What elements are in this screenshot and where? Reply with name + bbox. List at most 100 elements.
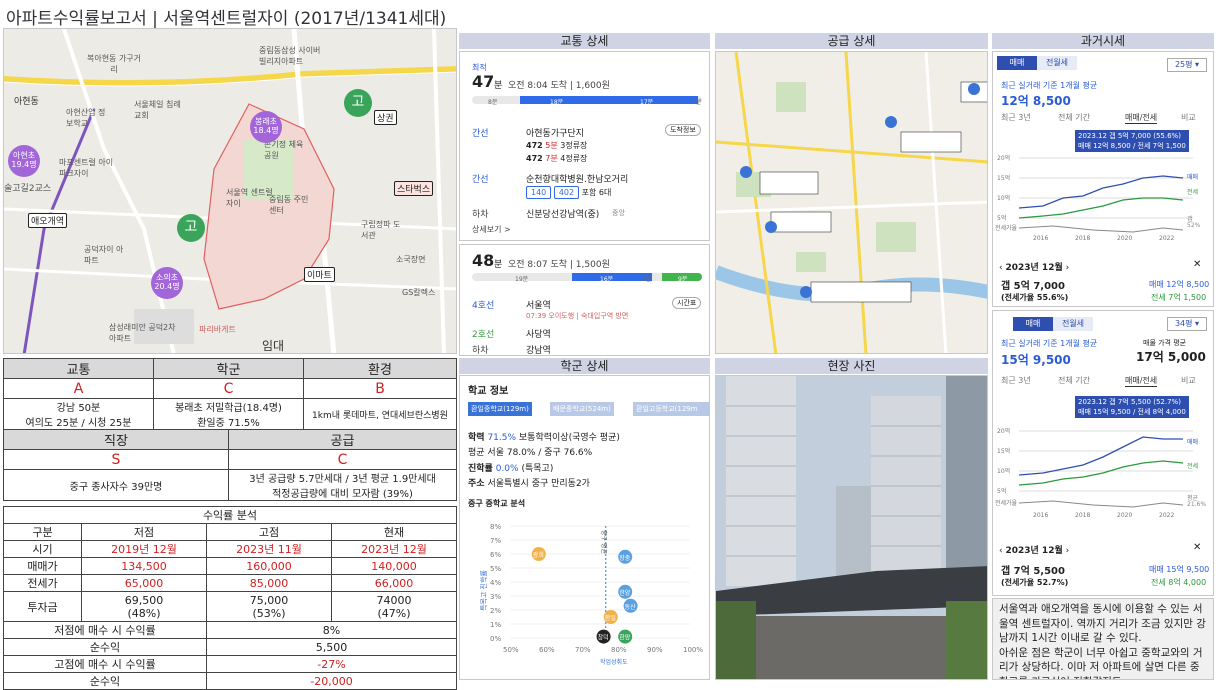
price-chart-card-34[interactable]: 매매 전월세 34평 ▾ 최근 실거래 기준 1개월 평균 매물 가격 평균 1… <box>992 310 1214 596</box>
svg-text:5억: 5억 <box>997 487 1006 495</box>
stat-desc: 보통학력이상(국영수 평균) <box>518 433 620 443</box>
average-line-label: 중구 평균 <box>600 530 608 554</box>
y-tick-label: 6% <box>490 551 501 559</box>
period-tab[interactable]: 최근 3년 <box>1001 112 1031 123</box>
tab-sale[interactable]: 매매 <box>997 56 1037 70</box>
grade-value: B <box>303 378 457 399</box>
profit-title: 수익률 분석 <box>3 506 457 524</box>
date-nav[interactable]: ‹ 2023년 12월 › <box>999 543 1069 556</box>
school-panel: 학교 정보 환일중학교(129m) 배문중학교(524m) 환일고등학교(129… <box>459 375 710 680</box>
chevron-right-icon[interactable]: › <box>1063 263 1070 273</box>
tab-sale[interactable]: 매매 <box>1013 317 1053 331</box>
school-class-size: 18.4명 <box>253 126 279 135</box>
map-label: 파리바게트 <box>199 325 236 334</box>
grade-header: 학군 <box>153 358 304 379</box>
x-tick-label: 100% <box>683 646 703 654</box>
marker-aeogae-station[interactable]: 애오개역 <box>28 213 68 228</box>
profit-cell: 2019년 12월 <box>81 540 207 558</box>
ask-label: 매물 가격 평균 <box>1143 339 1187 347</box>
period-tab[interactable]: 비교 <box>1181 112 1196 123</box>
y-tick-label: 8% <box>490 523 501 531</box>
period-tab[interactable]: 비교 <box>1181 375 1196 386</box>
legend-ratio: 21.6% <box>1187 501 1207 508</box>
timetable-button[interactable]: 시간표 <box>672 297 702 309</box>
period-tab[interactable]: 매매/전세 <box>1125 375 1158 387</box>
school-tab[interactable]: 배문중학교(524m) <box>550 402 614 416</box>
period-tab[interactable]: 매매/전세 <box>1125 112 1158 124</box>
profit-cell: 2023년 12월 <box>331 540 457 558</box>
legend-jeonse: 전세 <box>1187 189 1199 196</box>
price-chart-card-25[interactable]: 매매 전월세 25평 ▾ 최근 실거래 기준 1개월 평균 12억 8,500 … <box>992 51 1214 307</box>
sale-value: 매매 15억 9,500 <box>1149 565 1210 574</box>
map-label: 복아현동 가구거리 <box>86 54 142 74</box>
tab-rent[interactable]: 전월세 <box>1053 317 1093 331</box>
ratio-line <box>1018 500 1184 508</box>
bus-type: 간선 <box>472 175 489 185</box>
map-label: 소국장면 <box>396 255 426 264</box>
summary-note: 서울역과 애오개역을 동시에 이용할 수 있는 서울역 센트럴자이. 역까지 거… <box>992 598 1214 680</box>
bus-number: 472 <box>526 154 543 163</box>
marker-emart[interactable]: 이마트 <box>304 267 335 282</box>
tab-rent[interactable]: 전월세 <box>1037 56 1077 70</box>
marker-commercial[interactable]: 상권 <box>374 110 397 125</box>
profit-cell: 75,000 (53%) <box>206 591 332 622</box>
bus-count: 포함 6대 <box>581 188 612 197</box>
close-icon[interactable]: ✕ <box>1193 259 1201 270</box>
photo-header: 현장 사진 <box>715 358 988 374</box>
route-seg-label: 2분 <box>642 276 652 283</box>
school-marker[interactable]: 아현초 19.4명 <box>8 145 40 177</box>
detail-link[interactable]: 상세보기 > <box>472 224 511 235</box>
jeonse-value: 전세 7억 1,500 <box>1151 293 1207 302</box>
high-school-marker[interactable]: 고 <box>344 89 372 117</box>
high-school-marker[interactable]: 고 <box>177 214 205 242</box>
marker-starbucks[interactable]: 스타벅스 <box>394 181 434 196</box>
profit-summary-label: 순수익 <box>3 672 207 690</box>
school-class-size: 20.4명 <box>154 282 180 291</box>
profit-row-label: 전세가 <box>3 574 82 592</box>
size-select[interactable]: 34평 ▾ <box>1167 317 1207 331</box>
train-info: 07:39 오이도행 | 숙대입구역 방면 <box>526 312 629 320</box>
location-map[interactable]: 복아현동 가구거리 서울체일 침례교회 아현산업 정보학교 손기정 체육공원 아… <box>3 28 457 354</box>
chevron-right-icon[interactable]: › <box>1063 546 1070 556</box>
date-nav[interactable]: ‹ 2023년 12월 › <box>999 260 1069 273</box>
profit-summary-label: 고점에 매수 시 수익률 <box>3 655 207 673</box>
close-icon[interactable]: ✕ <box>1193 542 1201 553</box>
svg-text:20억: 20억 <box>997 427 1010 435</box>
stop-name: 순천향대학병원.한남오거리 <box>526 175 629 185</box>
profit-cell: 2023년 11월 <box>206 540 332 558</box>
size-select[interactable]: 25평 ▾ <box>1167 58 1207 72</box>
period-tab[interactable]: 최근 3년 <box>1001 375 1031 386</box>
supply-map[interactable] <box>715 51 988 354</box>
route-card-1[interactable]: 최적 47 분 오전 8:04 도착 | 1,600원 8분 18분 17분 2… <box>459 51 710 241</box>
school-tab[interactable]: 환일중학교(129m) <box>468 402 532 416</box>
map-label: 삼성래미안 공덕2차아파트 <box>109 323 176 343</box>
date-label: 2023년 12월 <box>1005 263 1063 273</box>
profit-cell: 140,000 <box>331 557 457 575</box>
bus-row: 472 5분 3정류장 <box>526 140 587 151</box>
y-tick-label: 5% <box>490 565 501 573</box>
school-marker[interactable]: 봉래초 18.4명 <box>250 111 282 143</box>
stat-label: 학력 <box>468 433 485 443</box>
svg-text:2022: 2022 <box>1159 235 1174 242</box>
avg-value: 12억 8,500 <box>1001 94 1071 108</box>
stat-label: 진학률 <box>468 464 493 474</box>
profit-row-label: 투자금 <box>3 591 82 622</box>
grade-header: 공급 <box>228 429 457 450</box>
off-tag: 중앙 <box>612 209 625 217</box>
point-label: 창덕 <box>598 634 609 642</box>
route-card-2[interactable]: 48 분 오전 8:07 도착 | 1,500원 19분 16분 2분 9분 4… <box>459 244 710 356</box>
arrival-info-button[interactable]: 도착정보 <box>665 124 701 136</box>
ratio-line <box>1018 225 1184 233</box>
route-seg-label: 16분 <box>600 276 614 283</box>
bus-number: 402 <box>553 186 580 199</box>
period-tab[interactable]: 전체 기간 <box>1058 375 1090 386</box>
school-tab[interactable]: 환일고등학교(129m <box>633 402 709 416</box>
period-tab[interactable]: 전체 기간 <box>1058 112 1090 123</box>
supply-header: 공급 상세 <box>715 33 988 49</box>
date-label: 2023년 12월 <box>1005 546 1063 556</box>
school-marker[interactable]: 소의초 20.4명 <box>151 267 183 299</box>
chevron-down-icon: ▾ <box>1195 60 1200 69</box>
y-tick-label: 7% <box>490 537 501 545</box>
svg-text:2022: 2022 <box>1159 512 1174 519</box>
route-seg-label: 9분 <box>678 276 688 283</box>
